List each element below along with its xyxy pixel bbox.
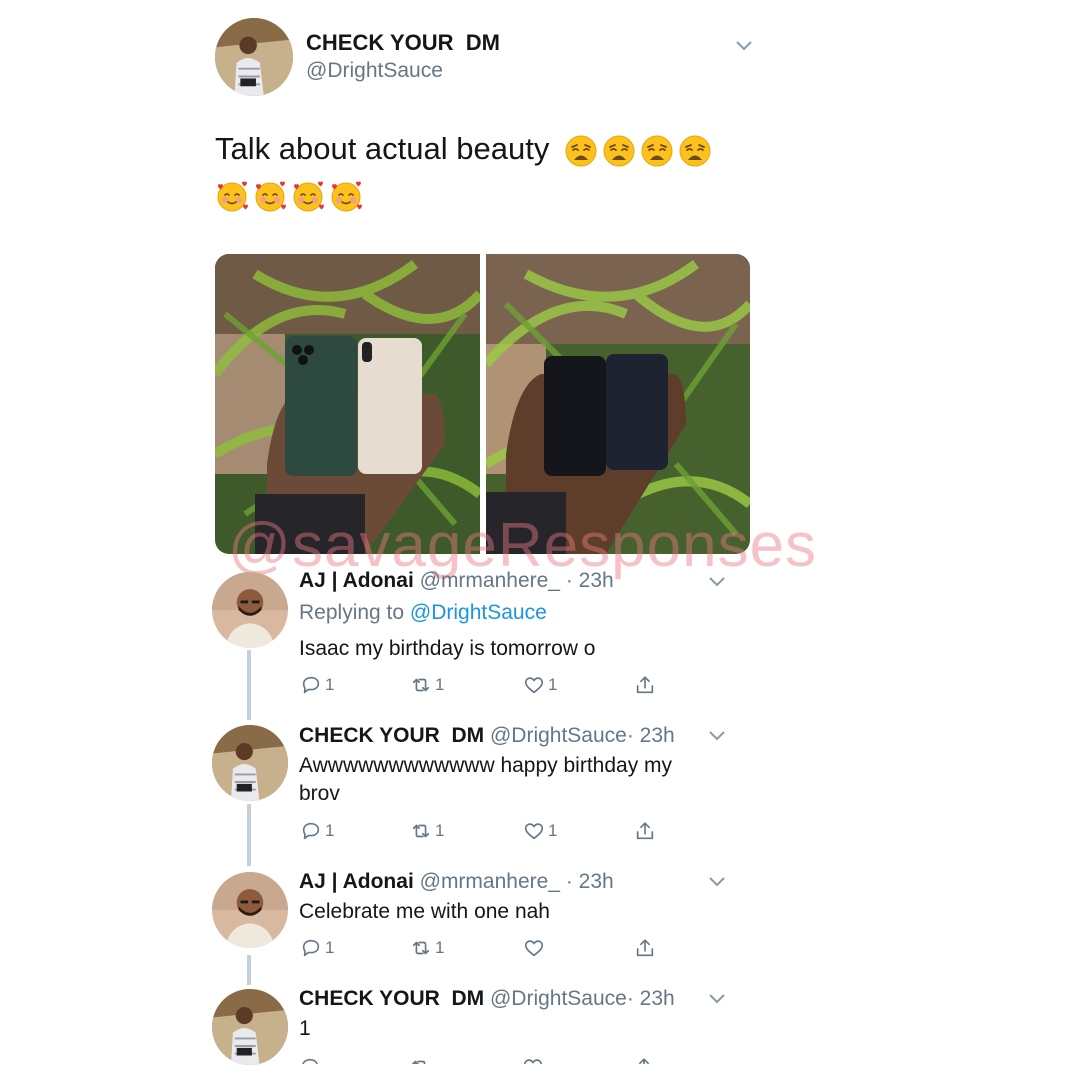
reply-button[interactable]: 1: [300, 819, 334, 843]
reply-display-name[interactable]: CHECK YOUR DM: [299, 724, 484, 747]
weary-face-emoji-group: [564, 131, 716, 166]
reply-button[interactable]: 1: [300, 673, 334, 697]
reply-handle[interactable]: @DrightSauce: [490, 724, 627, 747]
retweet-icon: [410, 674, 432, 696]
weary-face-icon: [640, 134, 674, 168]
author-handle[interactable]: @DrightSauce: [306, 59, 443, 83]
tweet-text-content: Talk about actual beauty: [215, 131, 550, 166]
action-bar-partial: [299, 1056, 659, 1064]
retweet-button[interactable]: 1: [410, 936, 444, 960]
reply-handle[interactable]: @mrmanhere_: [420, 569, 560, 592]
smiling-face-with-hearts-icon: [291, 180, 325, 214]
retweet-icon: [410, 820, 432, 842]
reply-text: 1: [299, 1017, 311, 1040]
reply-header: AJ | Adonai @mrmanhere_ · 23h: [299, 569, 614, 593]
reply-text: Isaac my birthday is tomorrow o: [299, 637, 596, 660]
author-display-name[interactable]: CHECK YOUR DM: [306, 30, 500, 56]
smiling-face-with-hearts-icon: [215, 180, 249, 214]
reply-time[interactable]: · 23h: [627, 987, 675, 1010]
reply-handle[interactable]: @DrightSauce: [490, 987, 627, 1010]
reply-avatar[interactable]: [212, 989, 288, 1065]
reply-menu-chevron-icon[interactable]: [708, 993, 726, 1005]
tweet-menu-chevron-icon[interactable]: [735, 40, 753, 52]
share-icon: [634, 820, 656, 842]
reply-count: 1: [325, 821, 335, 840]
heart-icon: [523, 674, 545, 696]
reply-time[interactable]: · 23h: [566, 870, 614, 893]
reply-display-name[interactable]: AJ | Adonai: [299, 569, 414, 592]
heart-icon: [523, 820, 545, 842]
like-button[interactable]: 1: [523, 673, 557, 697]
reply-text: Awwwwwwwwwwww happy birthday my brov: [299, 754, 673, 805]
retweet-count: 1: [435, 821, 445, 840]
reply-menu-chevron-icon[interactable]: [708, 730, 726, 742]
share-button[interactable]: [634, 673, 659, 697]
reply-button[interactable]: 1: [300, 936, 334, 960]
reply-text: Celebrate me with one nah: [299, 900, 550, 923]
share-icon: [634, 937, 656, 959]
reply-time[interactable]: · 23h: [627, 724, 675, 747]
share-icon: [634, 674, 656, 696]
reply-icon: [300, 820, 322, 842]
thread-line: [247, 804, 251, 866]
reply-icon: [300, 937, 322, 959]
author-avatar[interactable]: [215, 18, 293, 96]
tweet-photo-2[interactable]: [486, 254, 750, 554]
smiling-face-with-hearts-icon: [253, 180, 287, 214]
reply-display-name[interactable]: AJ | Adonai: [299, 870, 414, 893]
reply-icon: [300, 674, 322, 696]
tweet-photo-1[interactable]: [215, 254, 480, 554]
replying-to-label: Replying to: [299, 601, 405, 624]
reply-menu-chevron-icon[interactable]: [708, 576, 726, 588]
like-button[interactable]: [523, 936, 548, 960]
retweet-count: 1: [435, 675, 445, 694]
reply-count: 1: [325, 938, 335, 957]
like-button[interactable]: 1: [523, 819, 557, 843]
like-count: 1: [548, 821, 558, 840]
tweet-text: Talk about actual beauty: [215, 131, 716, 168]
share-button[interactable]: [634, 819, 659, 843]
reply-header: AJ | Adonai @mrmanhere_ · 23h: [299, 870, 614, 894]
reply-avatar[interactable]: [212, 572, 288, 648]
retweet-count: 1: [435, 938, 445, 957]
reply-avatar[interactable]: [212, 872, 288, 948]
reply-time[interactable]: · 23h: [566, 569, 614, 592]
smiling-face-with-hearts-icon: [329, 180, 363, 214]
retweet-button[interactable]: 1: [410, 673, 444, 697]
reply-count: 1: [325, 675, 335, 694]
replying-to-handle[interactable]: @DrightSauce: [410, 601, 547, 624]
weary-face-icon: [564, 134, 598, 168]
heart-icon: [523, 937, 545, 959]
tweet-emoji-line: [215, 180, 367, 214]
reply-menu-chevron-icon[interactable]: [708, 876, 726, 888]
retweet-button[interactable]: 1: [410, 819, 444, 843]
thread-line: [247, 650, 251, 720]
reply-display-name[interactable]: CHECK YOUR DM: [299, 987, 484, 1010]
reply-header: CHECK YOUR DM @DrightSauce· 23h: [299, 987, 675, 1011]
share-button[interactable]: [634, 936, 659, 960]
reply-header: CHECK YOUR DM @DrightSauce· 23h: [299, 724, 675, 748]
reply-handle[interactable]: @mrmanhere_: [420, 870, 560, 893]
weary-face-icon: [678, 134, 712, 168]
like-count: 1: [548, 675, 558, 694]
reply-avatar[interactable]: [212, 725, 288, 801]
weary-face-icon: [602, 134, 636, 168]
replying-to: Replying to @DrightSauce: [299, 601, 547, 625]
retweet-icon: [410, 937, 432, 959]
thread-line: [247, 955, 251, 985]
